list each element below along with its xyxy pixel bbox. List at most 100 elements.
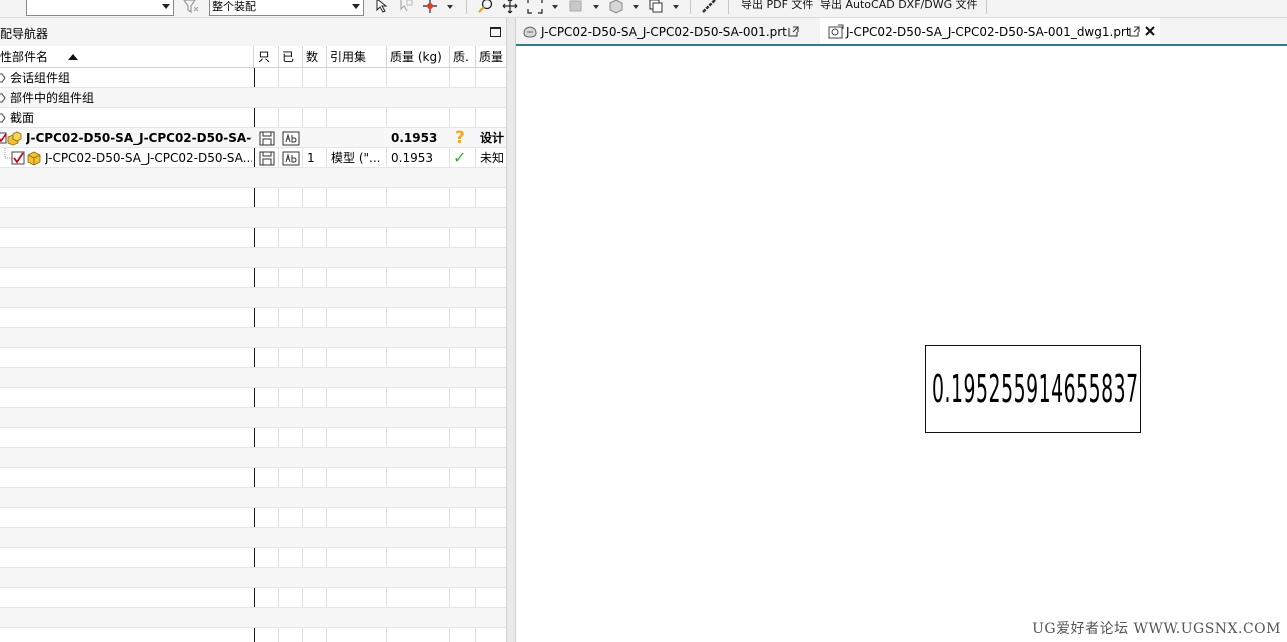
drawing-file-icon (828, 24, 844, 39)
panel-title-bar: 配导航器 (0, 18, 506, 46)
popout-icon[interactable] (1129, 26, 1140, 37)
column-header-mass-label: 质量 (kg) (390, 50, 442, 64)
tree-group-label: 会话组件组 (10, 71, 71, 85)
empty-row (0, 488, 506, 508)
sort-ascending-icon[interactable] (68, 54, 78, 60)
empty-row (0, 248, 506, 268)
column-header-count[interactable]: 数 (303, 46, 327, 68)
toolbar-separator (728, 0, 729, 14)
popout-icon[interactable] (788, 26, 799, 37)
column-header-modified[interactable]: 已 (279, 46, 303, 68)
modified-text-icon (282, 151, 300, 166)
empty-row (0, 188, 506, 208)
column-header-mass-state[interactable]: 质量 (476, 46, 506, 68)
table-row[interactable]: J-CPC02-D50-SA_J-CPC02-D50-SA-0... 0.195… (0, 128, 506, 148)
part-icon (27, 151, 41, 166)
component-refset: 模型 ("... (331, 151, 381, 165)
table-header: 性部件名 只 已 数 引用集 质量 (kg) 质. 质量 (0, 46, 506, 68)
navigator-tree: 会话组件组 部件中的组件组 截面 J-CPC02-D50-SA_J-CPC02-… (0, 68, 506, 642)
tree-group-row[interactable]: 部件中的组件组 (0, 88, 506, 108)
empty-row (0, 288, 506, 308)
pan-icon[interactable] (502, 0, 518, 14)
empty-row (0, 588, 506, 608)
chevron-down-icon[interactable] (633, 5, 639, 9)
empty-row (0, 508, 506, 528)
empty-row (0, 208, 506, 228)
column-header-readonly-label: 只 (258, 50, 271, 64)
group-icon (0, 113, 6, 123)
column-header-readonly[interactable]: 只 (255, 46, 279, 68)
panel-splitter[interactable] (506, 18, 516, 642)
component-name: J-CPC02-D50-SA_J-CPC02-D50-SA... (45, 151, 252, 165)
drawing-canvas[interactable]: 0.195255914655837 UG爱好者论坛 WWW.UGSNX.COM (516, 46, 1287, 642)
component-mass: 0.1953 (391, 151, 433, 165)
empty-row (0, 568, 506, 588)
empty-row (0, 348, 506, 368)
filter-icon[interactable] (183, 0, 199, 14)
column-header-quality[interactable]: 质. (450, 46, 476, 68)
empty-row (0, 548, 506, 568)
snap-point-icon[interactable] (422, 0, 438, 14)
empty-row (0, 608, 506, 628)
table-row[interactable]: J-CPC02-D50-SA_J-CPC02-D50-SA... 1 模型 ("… (0, 148, 506, 168)
column-header-refset[interactable]: 引用集 (327, 46, 387, 68)
tab-label: J-CPC02-D50-SA_J-CPC02-D50-SA-001_dwg1.p… (846, 25, 1131, 39)
component-mass: 0.1953 (391, 131, 438, 145)
tree-group-row[interactable]: 截面 (0, 108, 506, 128)
column-header-name[interactable]: 性部件名 (0, 46, 254, 68)
empty-row (0, 408, 506, 428)
view-orientation-icon[interactable] (608, 0, 624, 14)
assembly-icon (7, 131, 22, 146)
check-icon: ✓ (453, 148, 467, 167)
render-style-icon[interactable] (568, 0, 584, 14)
empty-row (0, 268, 506, 288)
chevron-down-icon[interactable] (673, 5, 679, 9)
select-cursor-icon[interactable] (373, 0, 389, 14)
maximize-icon[interactable] (490, 27, 501, 37)
mass-note-box[interactable]: 0.195255914655837 (925, 345, 1141, 433)
scope-select[interactable]: 整个装配 (209, 0, 364, 16)
chevron-down-icon[interactable] (447, 5, 453, 9)
layer-settings-icon[interactable] (648, 0, 664, 14)
tab-label: J-CPC02-D50-SA_J-CPC02-D50-SA-001.prt (541, 25, 787, 39)
group-icon (0, 73, 6, 83)
document-tab-bar: J-CPC02-D50-SA_J-CPC02-D50-SA-001.prt J-… (516, 18, 1287, 46)
chevron-down-icon[interactable] (552, 5, 558, 9)
checkbox-icon[interactable] (0, 132, 7, 144)
filter-select[interactable] (26, 0, 174, 16)
assembly-navigator-panel: 配导航器 性部件名 只 已 数 引用集 质量 (kg) 质. 质量 会话组件组 … (0, 18, 506, 642)
tab-drawing-part[interactable]: J-CPC02-D50-SA_J-CPC02-D50-SA-001_dwg1.p… (820, 18, 1160, 44)
column-header-quality-label: 质. (453, 50, 469, 64)
export-dxf-button[interactable]: 导出 AutoCAD DXF/DWG 文件 (820, 0, 978, 12)
question-icon: ? (455, 128, 465, 148)
modified-text-icon (282, 131, 300, 146)
empty-row (0, 468, 506, 488)
scope-select-value: 整个装配 (212, 0, 256, 13)
export-pdf-button[interactable]: 导出 PDF 文件 (741, 0, 813, 12)
fit-view-icon[interactable] (527, 0, 543, 14)
save-icon (259, 131, 275, 146)
toolbar-separator (986, 0, 987, 14)
empty-row (0, 428, 506, 448)
chevron-down-icon[interactable] (593, 5, 599, 9)
component-select-icon[interactable] (398, 0, 414, 14)
chevron-down-icon (162, 4, 170, 9)
zoom-icon[interactable] (478, 0, 494, 14)
tab-model-part[interactable]: J-CPC02-D50-SA_J-CPC02-D50-SA-001.prt (516, 18, 816, 44)
watermark: UG爱好者论坛 WWW.UGSNX.COM (1032, 621, 1281, 637)
checkbox-icon[interactable] (11, 151, 25, 165)
close-icon[interactable] (1145, 26, 1155, 36)
toolbar: 整个装配 导出 PDF 文件 导出 AutoCAD DXF/DWG 文件 (0, 0, 1287, 18)
measure-icon[interactable] (701, 0, 717, 14)
tree-group-row[interactable]: 会话组件组 (0, 68, 506, 88)
column-header-mass[interactable]: 质量 (kg) (387, 46, 450, 68)
component-count: 1 (307, 151, 315, 165)
component-refset (330, 128, 385, 148)
empty-row (0, 528, 506, 548)
empty-row (0, 228, 506, 248)
component-mass-state: 未知 (480, 151, 505, 165)
tree-group-label: 截面 (10, 111, 35, 125)
column-header-name-label: 性部件名 (0, 50, 49, 64)
toolbar-separator (466, 0, 467, 14)
save-icon (259, 151, 275, 166)
